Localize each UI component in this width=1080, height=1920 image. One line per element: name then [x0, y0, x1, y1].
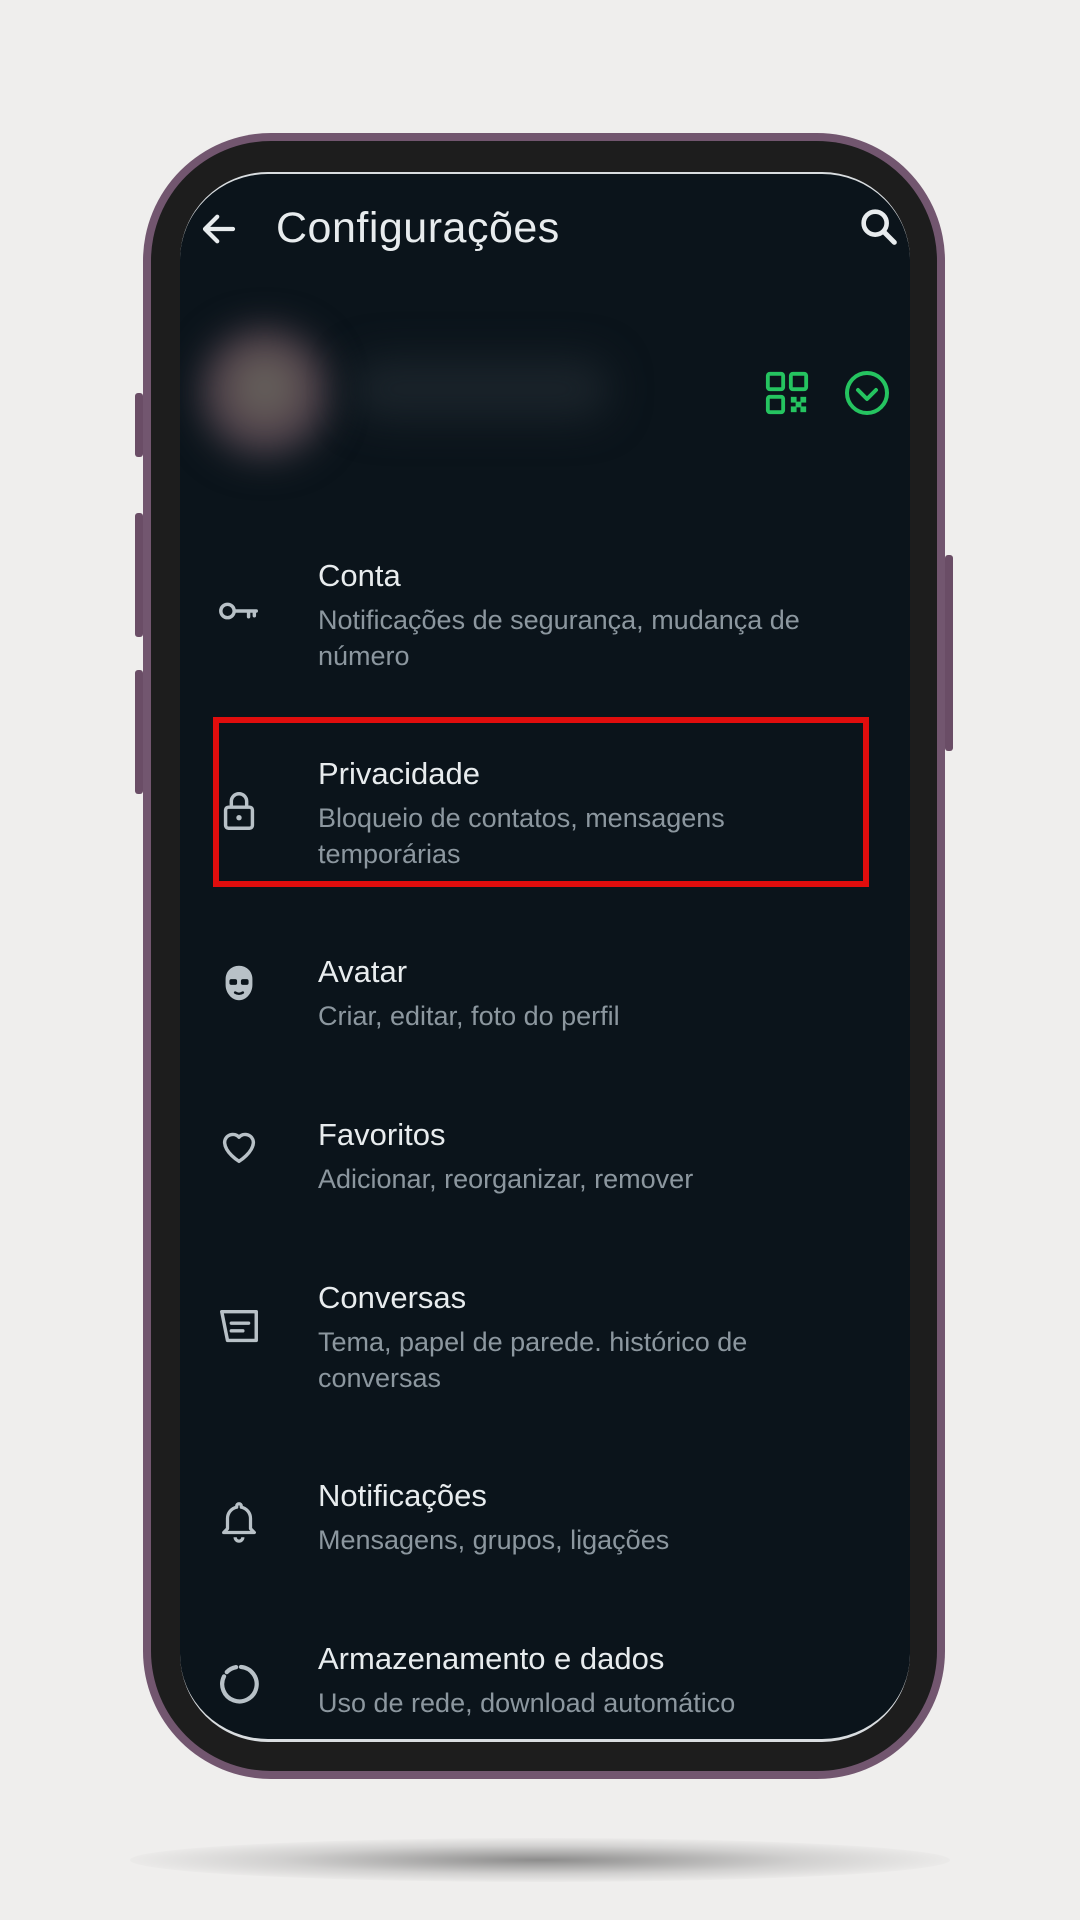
- settings-item-title: Favoritos: [318, 1117, 446, 1152]
- phone-screen: Configurações Conta Notificações de segu…: [180, 172, 910, 1742]
- profile-name-blurred: [350, 359, 610, 419]
- settings-item-title: Conta: [318, 558, 401, 593]
- heart-icon: [222, 1132, 256, 1164]
- settings-item-subtitle: Uso de rede, download automático: [318, 1688, 736, 1718]
- settings-item-conversas[interactable]: Conversas Tema, papel de parede. históri…: [180, 1266, 910, 1396]
- phone-side-button: [135, 670, 143, 794]
- highlight-box: [213, 717, 869, 887]
- settings-item-favoritos[interactable]: Favoritos Adicionar, reorganizar, remove…: [180, 1103, 910, 1203]
- storage-circle-icon: [220, 1664, 259, 1704]
- chevron-down-circle-icon[interactable]: [843, 369, 891, 417]
- page-title: Configurações: [276, 204, 560, 252]
- avatar[interactable]: [200, 329, 330, 459]
- settings-item-title: Notificações: [318, 1478, 487, 1513]
- settings-item-subtitle: Mensagens, grupos, ligações: [318, 1525, 670, 1555]
- settings-item-subtitle: Adicionar, reorganizar, remover: [318, 1164, 694, 1194]
- settings-item-title: Armazenamento e dados: [318, 1641, 665, 1676]
- phone-shadow: [130, 1838, 950, 1882]
- phone-side-button: [945, 555, 953, 751]
- settings-item-notificacoes[interactable]: Notificações Mensagens, grupos, ligações: [180, 1464, 910, 1564]
- phone-side-button: [135, 393, 143, 457]
- settings-item-title: Avatar: [318, 954, 408, 989]
- settings-item-title: Conversas: [318, 1280, 467, 1315]
- qr-code-icon[interactable]: [764, 370, 810, 416]
- settings-item-subtitle: Criar, editar, foto do perfil: [318, 1001, 620, 1031]
- search-icon[interactable]: [856, 204, 902, 250]
- top-app-bar: Configurações: [180, 174, 910, 284]
- arrow-left-icon[interactable]: [198, 208, 240, 250]
- phone-side-button: [135, 513, 143, 637]
- chat-icon: [220, 1309, 258, 1343]
- settings-item-conta[interactable]: Conta Notificações de segurança, mudança…: [180, 544, 910, 674]
- settings-item-subtitle: Notificações de segurança, mudança de nú…: [318, 605, 800, 671]
- settings-item-subtitle: Tema, papel de parede. histórico de conv…: [318, 1327, 748, 1393]
- settings-item-avatar[interactable]: Avatar Criar, editar, foto do perfil: [180, 940, 910, 1040]
- key-icon: [219, 602, 258, 620]
- avatar-icon: [225, 965, 253, 1001]
- bell-icon: [222, 1502, 256, 1543]
- settings-item-armazenamento[interactable]: Armazenamento e dados Uso de rede, downl…: [180, 1627, 910, 1727]
